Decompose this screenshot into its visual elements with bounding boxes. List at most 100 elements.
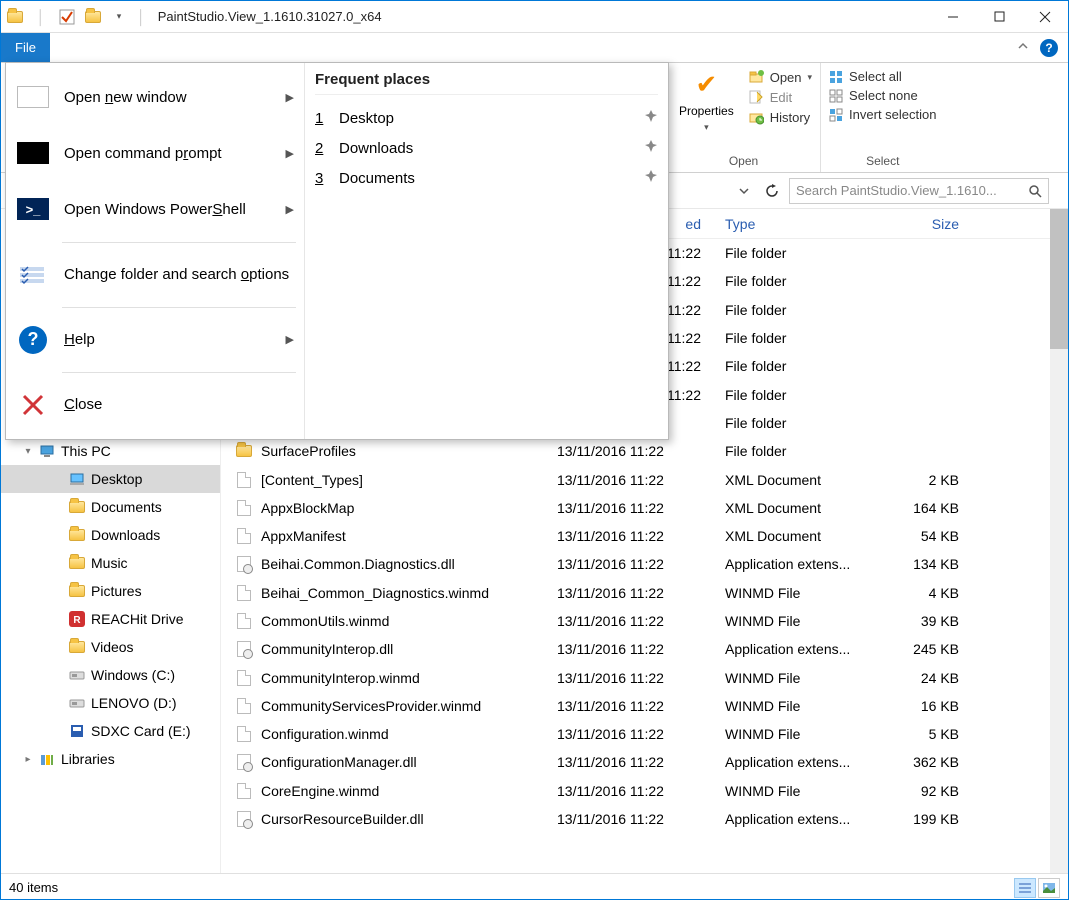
file-size: 5 KB — [879, 726, 989, 742]
table-row[interactable]: CoreEngine.winmd13/11/2016 11:22WINMD Fi… — [221, 777, 1068, 805]
thumbnail-view-toggle[interactable] — [1038, 878, 1060, 898]
file-size: 2 KB — [879, 472, 989, 488]
table-row[interactable]: ConfigurationManager.dll13/11/2016 11:22… — [221, 748, 1068, 776]
tree-item-icon: R — [69, 611, 85, 627]
table-row[interactable]: CommonUtils.winmd13/11/2016 11:22WINMD F… — [221, 607, 1068, 635]
table-row[interactable]: Configuration.winmd13/11/2016 11:22WINMD… — [221, 720, 1068, 748]
file-size: 24 KB — [879, 670, 989, 686]
pin-icon[interactable] — [644, 109, 658, 127]
table-row[interactable]: [Content_Types]13/11/2016 11:22XML Docum… — [221, 465, 1068, 493]
tree-item[interactable]: SDXC Card (E:) — [1, 717, 220, 745]
maximize-button[interactable] — [976, 2, 1022, 32]
qat-dropdown-icon[interactable]: ▾ — [107, 5, 131, 29]
tree-item[interactable]: LENOVO (D:) — [1, 689, 220, 717]
table-row[interactable]: CommunityInterop.dll13/11/2016 11:22Appl… — [221, 635, 1068, 663]
file-date: 13/11/2016 11:22 — [551, 585, 719, 601]
file-menu-item-icon — [16, 261, 50, 289]
frequent-place-item[interactable]: 1Desktop — [315, 103, 658, 133]
file-size: 16 KB — [879, 698, 989, 714]
select-all-button[interactable]: Select all — [829, 69, 936, 84]
file-name: CommunityInterop.dll — [261, 641, 393, 657]
file-menu-item[interactable]: Close — [6, 377, 304, 433]
vertical-scrollbar[interactable] — [1050, 209, 1068, 873]
column-size[interactable]: Size — [879, 216, 989, 232]
table-row[interactable]: Beihai_Common_Diagnostics.winmd13/11/201… — [221, 579, 1068, 607]
file-menu: Open new window▶Open command prompt▶>_Op… — [5, 62, 669, 440]
tree-item[interactable]: Music — [1, 549, 220, 577]
file-type: WINMD File — [719, 585, 879, 601]
table-row[interactable]: CursorResourceBuilder.dll13/11/2016 11:2… — [221, 805, 1068, 833]
frequent-place-item[interactable]: 3Documents — [315, 163, 658, 193]
file-type: File folder — [719, 302, 879, 318]
column-type[interactable]: Type — [719, 216, 879, 232]
file-menu-item-label: Open Windows PowerShell — [64, 201, 246, 218]
file-icon — [235, 584, 253, 602]
folder-up-icon[interactable] — [3, 5, 27, 29]
invert-selection-button[interactable]: Invert selection — [829, 107, 936, 122]
pin-icon[interactable] — [644, 169, 658, 187]
tree-item-icon — [69, 639, 85, 655]
window-controls — [930, 2, 1068, 32]
tree-item[interactable]: RREACHit Drive — [1, 605, 220, 633]
file-menu-item[interactable]: Open new window▶ — [6, 69, 304, 125]
refresh-button[interactable] — [761, 180, 783, 202]
file-name: Beihai.Common.Diagnostics.dll — [261, 556, 455, 572]
file-type: Application extens... — [719, 811, 879, 827]
table-row[interactable]: AppxManifest13/11/2016 11:22XML Document… — [221, 522, 1068, 550]
tree-item[interactable]: Windows (C:) — [1, 661, 220, 689]
history-button[interactable]: History — [748, 109, 812, 125]
scrollbar-thumb[interactable] — [1050, 209, 1068, 349]
file-name: [Content_Types] — [261, 472, 363, 488]
file-size: 54 KB — [879, 528, 989, 544]
tab-file[interactable]: File — [1, 33, 50, 62]
minimize-button[interactable] — [930, 2, 976, 32]
file-menu-item[interactable]: Open command prompt▶ — [6, 125, 304, 181]
new-folder-icon[interactable] — [81, 5, 105, 29]
ribbon-collapse-icon[interactable] — [1016, 39, 1030, 56]
table-row[interactable]: AppxBlockMap13/11/2016 11:22XML Document… — [221, 494, 1068, 522]
tree-item-label: Desktop — [91, 471, 142, 487]
file-name: CommunityInterop.winmd — [261, 670, 420, 686]
properties-dropdown-icon[interactable]: ▾ — [704, 122, 709, 133]
tree-item[interactable]: Desktop — [1, 465, 220, 493]
details-view-toggle[interactable] — [1014, 878, 1036, 898]
edit-button[interactable]: Edit — [748, 89, 812, 105]
select-none-button[interactable]: Select none — [829, 88, 936, 103]
file-menu-item[interactable]: ?Help▶ — [6, 312, 304, 368]
tree-item[interactable]: ▾This PC — [1, 437, 220, 465]
properties-check-icon[interactable] — [55, 5, 79, 29]
file-menu-item-label: Change folder and search options — [64, 266, 289, 283]
tree-item[interactable]: Downloads — [1, 521, 220, 549]
file-icon — [235, 753, 253, 771]
file-type: XML Document — [719, 472, 879, 488]
tree-item[interactable]: Pictures — [1, 577, 220, 605]
expander-icon[interactable]: ▸ — [23, 754, 33, 765]
file-type: Application extens... — [719, 754, 879, 770]
table-row[interactable]: CommunityInterop.winmd13/11/2016 11:22WI… — [221, 663, 1068, 691]
close-button[interactable] — [1022, 2, 1068, 32]
file-icon — [235, 555, 253, 573]
search-input[interactable]: Search PaintStudio.View_1.1610... — [789, 178, 1049, 204]
file-menu-item[interactable]: Change folder and search options — [6, 247, 304, 303]
file-type: File folder — [719, 443, 879, 459]
help-icon[interactable]: ? — [1040, 39, 1058, 57]
tree-item[interactable]: ▸Libraries — [1, 745, 220, 773]
frequent-place-item[interactable]: 2Downloads — [315, 133, 658, 163]
search-placeholder: Search PaintStudio.View_1.1610... — [796, 183, 1022, 198]
table-row[interactable]: SurfaceProfiles13/11/2016 11:22File fold… — [221, 437, 1068, 465]
properties-button[interactable]: ✔ Properties ▾ — [675, 67, 738, 135]
edit-icon — [748, 89, 764, 105]
expander-icon[interactable]: ▾ — [23, 446, 33, 457]
properties-label: Properties — [679, 104, 734, 118]
table-row[interactable]: CommunityServicesProvider.winmd13/11/201… — [221, 692, 1068, 720]
titlebar: │ ▾ │ PaintStudio.View_1.1610.31027.0_x6… — [1, 1, 1068, 33]
tree-item[interactable]: Videos — [1, 633, 220, 661]
ribbon-tabs: File ? — [1, 33, 1068, 63]
file-menu-item[interactable]: >_Open Windows PowerShell▶ — [6, 181, 304, 237]
open-button[interactable]: Open ▾ — [748, 69, 812, 85]
table-row[interactable]: Beihai.Common.Diagnostics.dll13/11/2016 … — [221, 550, 1068, 578]
tree-item[interactable]: Documents — [1, 493, 220, 521]
file-name: CursorResourceBuilder.dll — [261, 811, 424, 827]
breadcrumb-dropdown-icon[interactable] — [733, 180, 755, 202]
pin-icon[interactable] — [644, 139, 658, 157]
